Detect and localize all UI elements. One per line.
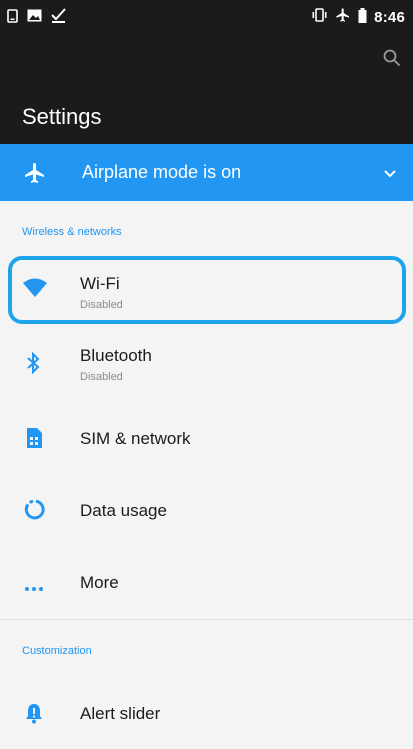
data-usage-icon	[24, 499, 45, 525]
settings-item-label: SIM & network	[80, 429, 191, 448]
search-icon[interactable]	[382, 48, 402, 73]
settings-item-label: Bluetooth	[80, 346, 152, 365]
vibrate-icon	[311, 8, 328, 27]
checkmark-icon	[51, 8, 66, 28]
bluetooth-icon	[26, 351, 40, 379]
settings-item-label: Wi-Fi	[80, 274, 120, 293]
airplane-icon	[23, 161, 47, 190]
airplane-mode-banner[interactable]: Airplane mode is on	[0, 144, 413, 201]
more-icon	[24, 579, 44, 597]
settings-item-wifi[interactable]: Wi-Fi Disabled	[0, 254, 413, 326]
image-icon	[27, 9, 42, 27]
battery-icon	[358, 7, 367, 28]
settings-item-alert-slider[interactable]: Alert slider	[0, 677, 413, 749]
settings-item-summary: Disabled	[80, 299, 123, 311]
section-divider	[0, 619, 413, 620]
section-header-customization: Customization	[22, 645, 92, 657]
app-bar: Settings	[0, 34, 413, 144]
clock: 8:46	[374, 9, 405, 26]
status-bar: 8:46	[0, 0, 413, 34]
settings-item-more[interactable]: More	[0, 545, 413, 617]
settings-item-bluetooth[interactable]: Bluetooth Disabled	[0, 326, 413, 398]
airplane-icon	[335, 7, 351, 28]
sim-card-icon	[25, 427, 43, 454]
settings-item-label: More	[80, 573, 119, 592]
settings-item-label: Alert slider	[80, 704, 161, 723]
phone-icon	[7, 8, 18, 28]
chevron-down-icon[interactable]	[383, 166, 397, 184]
bell-icon	[25, 703, 43, 729]
page-title: Settings	[22, 104, 102, 129]
wifi-icon	[22, 278, 48, 303]
settings-item-sim-network[interactable]: SIM & network	[0, 401, 413, 473]
airplane-mode-label: Airplane mode is on	[82, 162, 242, 182]
settings-item-summary: Disabled	[80, 371, 123, 383]
settings-item-data-usage[interactable]: Data usage	[0, 473, 413, 545]
section-header-wireless: Wireless & networks	[22, 226, 122, 238]
settings-item-label: Data usage	[80, 501, 167, 520]
